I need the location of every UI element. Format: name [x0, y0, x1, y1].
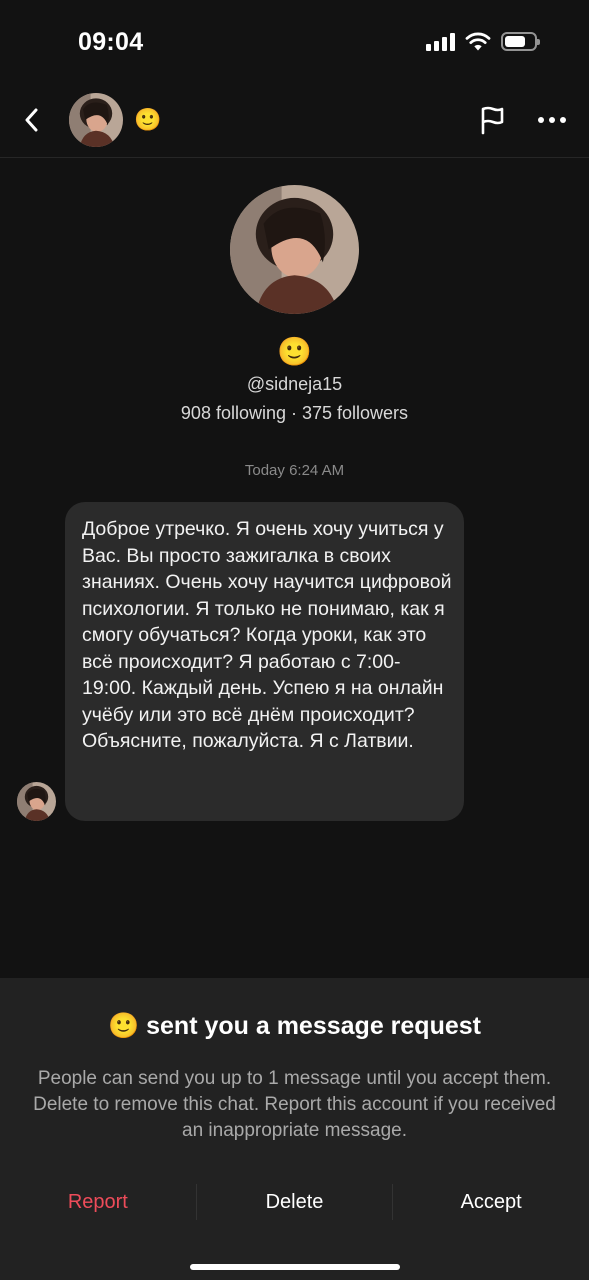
more-options-button[interactable]	[534, 102, 570, 138]
avatar-image	[230, 185, 359, 314]
report-flag-button[interactable]	[474, 102, 510, 138]
wifi-icon	[465, 32, 491, 51]
battery-icon	[501, 32, 540, 51]
profile-stats: 908 following · 375 followers	[180, 403, 409, 423]
request-title-text: sent you a message request	[146, 1012, 481, 1040]
request-title: 🙂 sent you a message request	[0, 1012, 589, 1041]
request-description: People can send you up to 1 message unti…	[33, 1068, 556, 1141]
request-actions: Report Delete Accept	[0, 1170, 589, 1234]
profile-username[interactable]: @sidneja15	[0, 374, 589, 395]
signal-icon	[426, 32, 455, 51]
contact-emoji: 🙂	[134, 107, 162, 132]
flag-icon	[481, 106, 504, 135]
message-request-panel: 🙂 sent you a message request People can …	[0, 978, 589, 1280]
back-chevron-icon	[25, 108, 38, 132]
accept-button[interactable]: Accept	[393, 1170, 589, 1234]
status-icons	[426, 32, 540, 51]
header-avatar[interactable]	[69, 93, 123, 147]
home-indicator[interactable]	[190, 1264, 400, 1270]
request-emoji: 🙂	[108, 1012, 140, 1040]
message-text: Доброе утречко. Я очень хочу учиться у В…	[82, 518, 452, 752]
profile-avatar[interactable]	[230, 185, 359, 314]
profile-emoji: 🙂	[277, 336, 312, 367]
message-bubble[interactable]: Доброе утречко. Я очень хочу учиться у В…	[65, 502, 464, 821]
report-button[interactable]: Report	[0, 1170, 196, 1234]
chat-screen: 09:04 🙂 🙂 @sidneja15 908 following · 375…	[0, 0, 589, 1280]
status-time: 09:04	[78, 28, 144, 56]
battery-level	[505, 36, 525, 47]
status-bar: 09:04	[0, 0, 589, 88]
more-dots-icon	[538, 117, 566, 123]
sender-avatar[interactable]	[17, 782, 56, 821]
avatar-image	[17, 782, 56, 821]
delete-button[interactable]: Delete	[197, 1170, 393, 1234]
chat-header: 🙂	[0, 88, 589, 158]
message-timestamp: Today 6:24 AM	[244, 462, 345, 479]
avatar-image	[69, 93, 123, 147]
back-button[interactable]	[14, 102, 50, 138]
